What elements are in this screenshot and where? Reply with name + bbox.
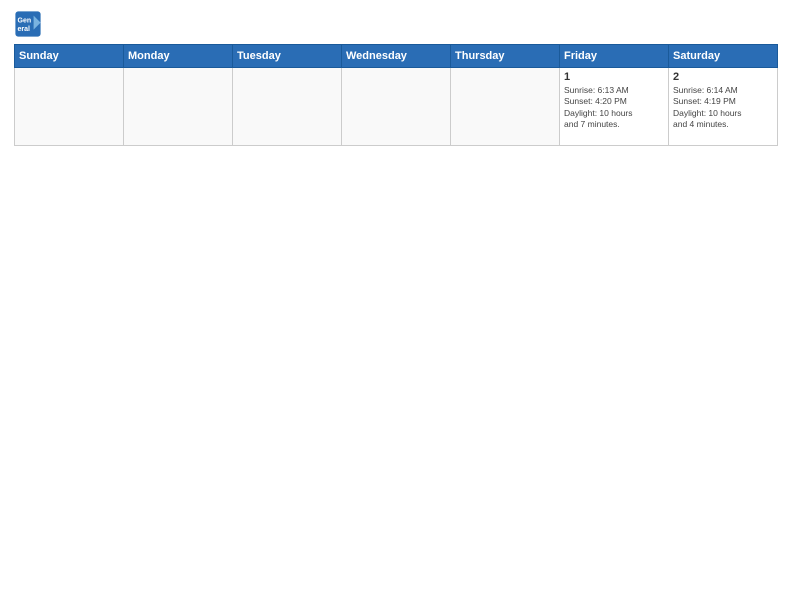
logo-icon: Gen eral — [14, 10, 42, 38]
weekday-header-row: SundayMondayTuesdayWednesdayThursdayFrid… — [15, 45, 778, 68]
calendar-container: Gen eral SundayMondayTuesdayWednesdayThu… — [0, 0, 792, 612]
day-cell — [15, 68, 124, 146]
calendar-table: SundayMondayTuesdayWednesdayThursdayFrid… — [14, 44, 778, 146]
weekday-header-saturday: Saturday — [669, 45, 778, 68]
svg-text:eral: eral — [18, 26, 31, 33]
day-cell — [233, 68, 342, 146]
header: Gen eral — [14, 10, 778, 38]
day-info: Sunrise: 6:14 AM Sunset: 4:19 PM Dayligh… — [673, 85, 773, 131]
day-cell: 1 Sunrise: 6:13 AM Sunset: 4:20 PM Daylig… — [560, 68, 669, 146]
weekday-header-thursday: Thursday — [451, 45, 560, 68]
day-cell — [124, 68, 233, 146]
day-cell — [342, 68, 451, 146]
weekday-header-friday: Friday — [560, 45, 669, 68]
weekday-header-sunday: Sunday — [15, 45, 124, 68]
day-number: 2 — [673, 71, 773, 83]
week-row-0: 1 Sunrise: 6:13 AM Sunset: 4:20 PM Daylig… — [15, 68, 778, 146]
weekday-header-monday: Monday — [124, 45, 233, 68]
day-number: 1 — [564, 71, 664, 83]
weekday-header-tuesday: Tuesday — [233, 45, 342, 68]
day-info: Sunrise: 6:13 AM Sunset: 4:20 PM Dayligh… — [564, 85, 664, 131]
day-cell: 2 Sunrise: 6:14 AM Sunset: 4:19 PM Daylig… — [669, 68, 778, 146]
svg-text:Gen: Gen — [18, 18, 32, 25]
day-cell — [451, 68, 560, 146]
logo: Gen eral — [14, 10, 46, 38]
weekday-header-wednesday: Wednesday — [342, 45, 451, 68]
